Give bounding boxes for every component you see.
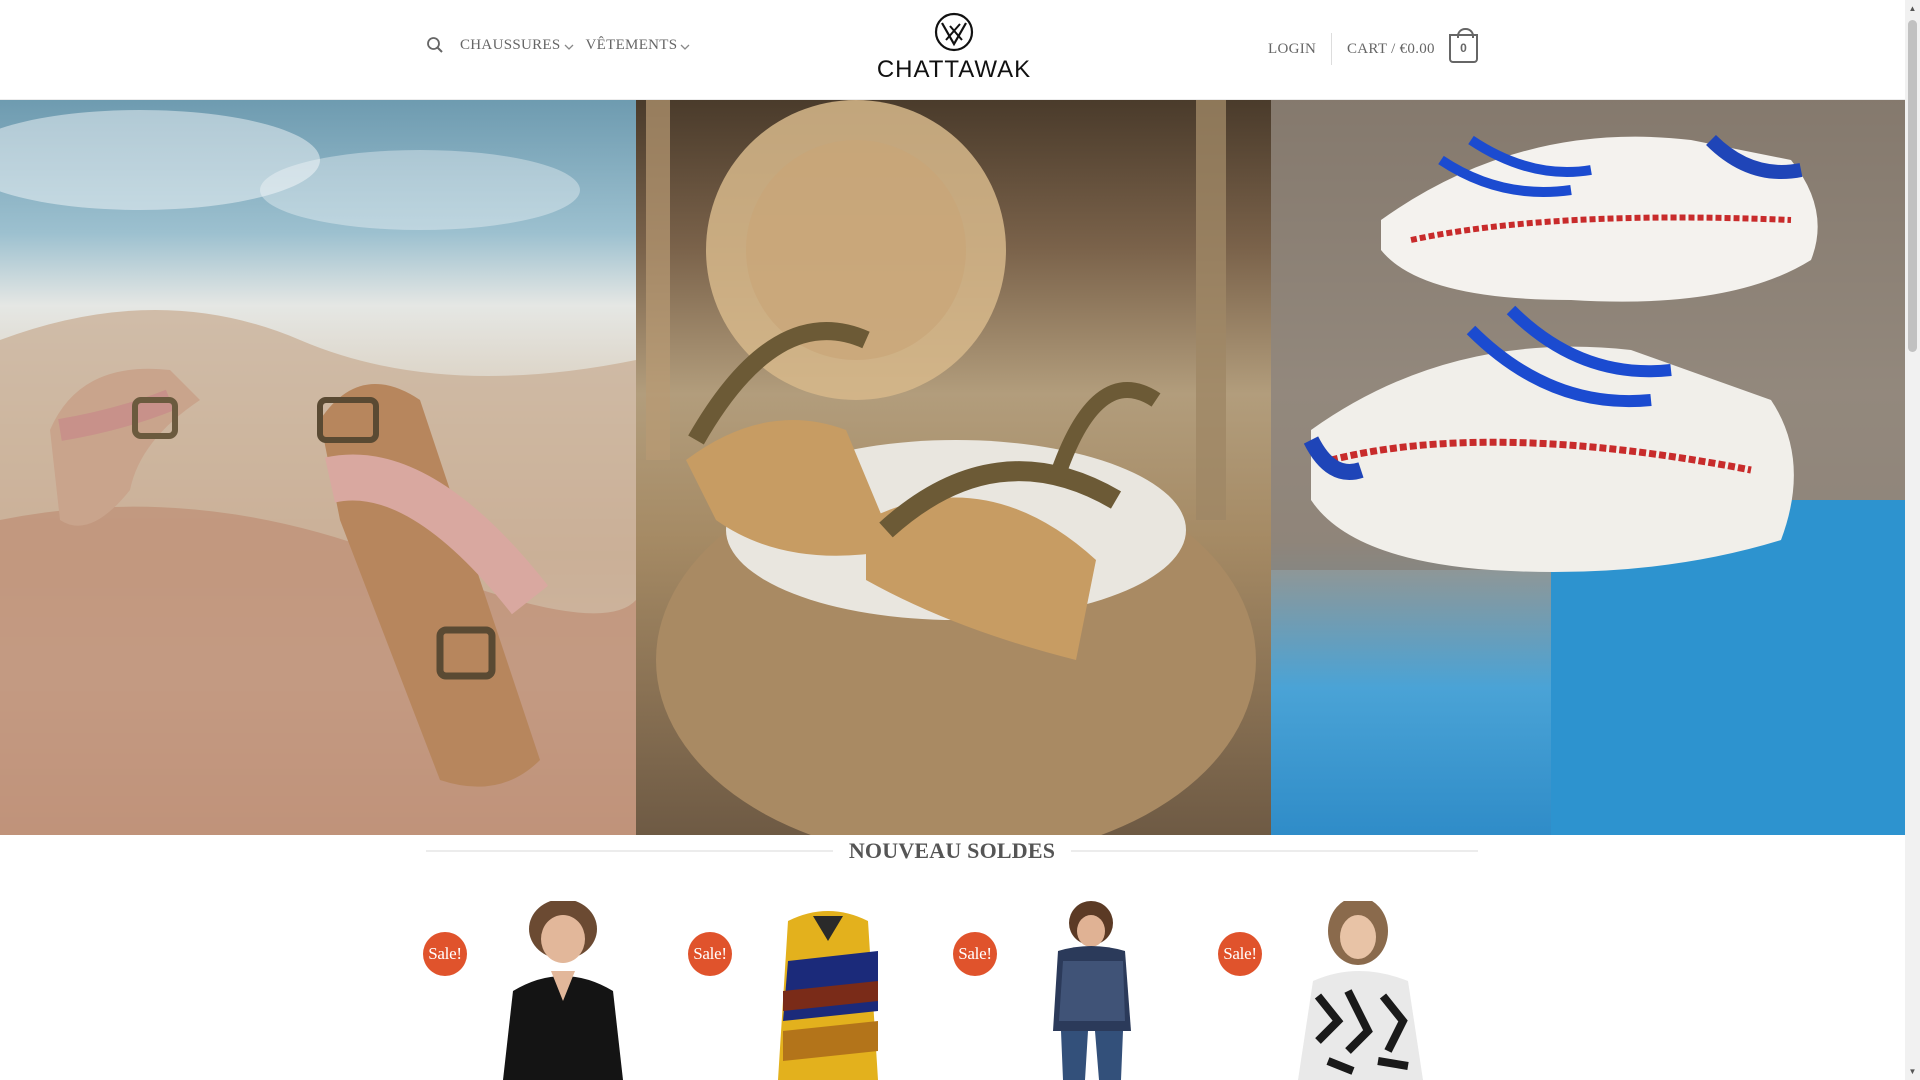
product-card[interactable]: Sale! (688, 901, 953, 1080)
product-image[interactable] (728, 901, 928, 1080)
product-card[interactable]: Sale! (423, 899, 688, 1080)
product-image[interactable] (1258, 897, 1458, 1080)
sale-badge: Sale! (1218, 932, 1262, 976)
product-image[interactable] (993, 901, 1193, 1080)
site-logo[interactable]: CHATTAWAK (876, 10, 1032, 90)
cart-count: 0 (1460, 41, 1467, 55)
chevron-down-icon (564, 40, 574, 50)
nav-vetements[interactable]: VÊTEMENTS (586, 37, 691, 54)
sale-badge: Sale! (953, 932, 997, 976)
product-card[interactable]: Sale! (1218, 897, 1483, 1080)
divider-line (426, 850, 833, 852)
login-link[interactable]: LOGIN (1268, 41, 1316, 58)
cart-icon[interactable]: 0 (1449, 28, 1478, 63)
product-image[interactable] (463, 899, 663, 1080)
hero-banner[interactable] (0, 100, 1905, 835)
logo-text: CHATTAWAK (876, 56, 1032, 83)
section-heading: NOUVEAU SOLDES (426, 836, 1478, 866)
cart-link[interactable]: CART / €0.00 (1347, 41, 1435, 58)
hero-image-sandals-rocks[interactable] (0, 100, 636, 835)
nav-divider (1331, 33, 1332, 65)
section-title: NOUVEAU SOLDES (848, 838, 1056, 863)
nav-vetements-label: VÊTEMENTS (585, 36, 678, 53)
site-header: CHAUSSURES VÊTEMENTS CHATTAWAK LOGIN CAR… (0, 0, 1905, 100)
chevron-down-icon (680, 40, 690, 50)
page-scrollbar[interactable]: ▲ ▼ (1905, 0, 1920, 1080)
hero-image-wedge-sandals[interactable] (636, 100, 1271, 835)
sale-badge: Sale! (688, 932, 732, 976)
hero-image-sneakers[interactable] (1271, 100, 1905, 835)
scrollbar-thumb[interactable] (1908, 20, 1917, 352)
logo-icon (932, 10, 976, 54)
scroll-down-icon[interactable]: ▼ (1908, 1067, 1917, 1076)
search-icon[interactable] (426, 36, 444, 54)
nav-chaussures[interactable]: CHAUSSURES (460, 37, 574, 54)
product-grid: Sale! Sale! Sale! Sale! (423, 897, 1483, 1080)
product-card[interactable]: Sale! (953, 901, 1218, 1080)
main-nav: CHAUSSURES VÊTEMENTS (426, 36, 690, 54)
scroll-up-icon[interactable]: ▲ (1908, 4, 1917, 13)
nav-chaussures-label: CHAUSSURES (460, 36, 561, 53)
sale-badge: Sale! (423, 932, 467, 976)
divider-line (1071, 850, 1478, 852)
